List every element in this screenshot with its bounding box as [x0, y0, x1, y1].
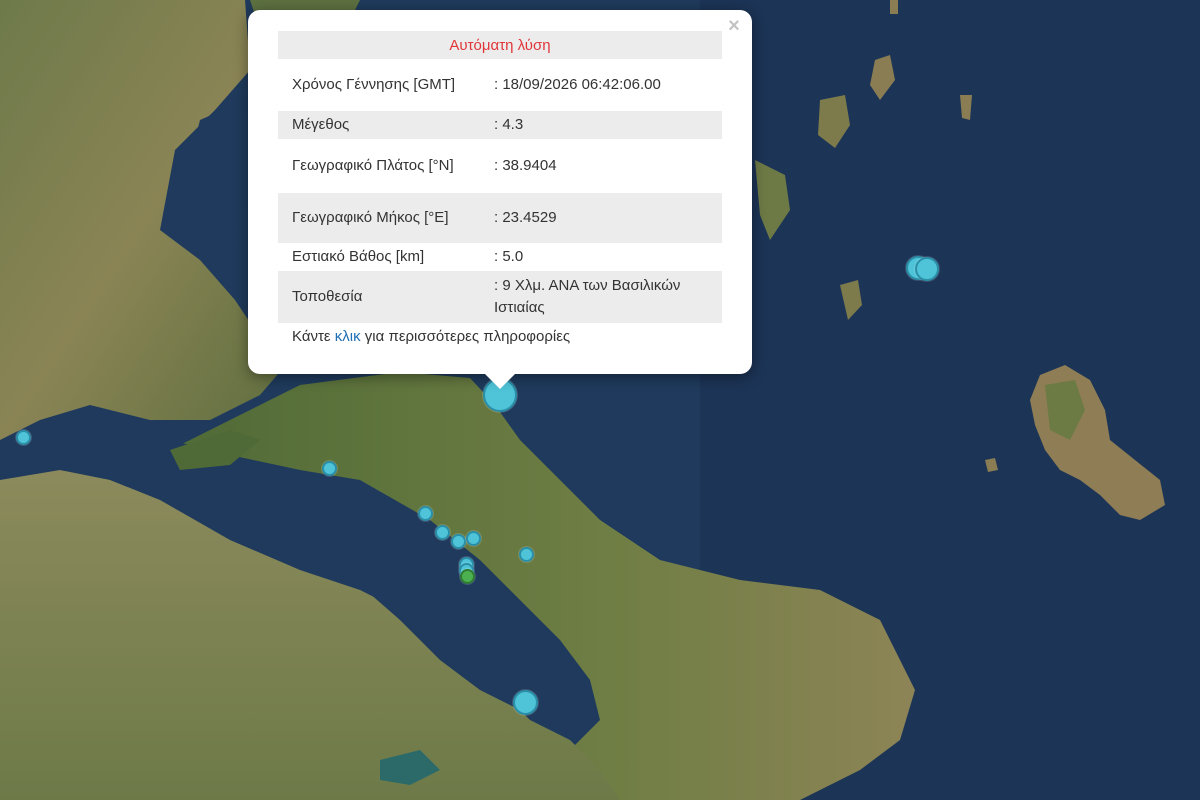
popup-tip: [483, 372, 517, 389]
earthquake-marker[interactable]: [435, 525, 450, 540]
latitude-label: Γεωγραφικό Πλάτος [°N]: [292, 157, 454, 174]
earthquake-info-popup: × Αυτόματη λύση Χρόνος Γέννησης [GMT] : …: [248, 10, 752, 374]
magnitude-label: Μέγεθος: [278, 111, 472, 139]
longitude-label: Γεωγραφικό Μήκος [°E]: [278, 193, 472, 243]
depth-label: Εστιακό Βάθος [km]: [292, 248, 425, 265]
earthquake-marker[interactable]: [513, 690, 538, 715]
footer-suffix: για περισσότερες πληροφορίες: [364, 328, 571, 345]
popup-footer: Κάντε κλικ για περισσότερες πληροφορίες: [292, 328, 570, 345]
map[interactable]: × Αυτόματη λύση Χρόνος Γέννησης [GMT] : …: [0, 0, 1200, 800]
earthquake-marker[interactable]: [418, 506, 433, 521]
origin-time-label: Χρόνος Γέννησης [GMT]: [292, 76, 456, 93]
earthquake-marker[interactable]: [915, 257, 939, 281]
latitude-value: : 38.9404: [494, 157, 557, 174]
earthquake-marker-green[interactable]: [460, 569, 475, 584]
depth-value: : 5.0: [494, 248, 524, 265]
earthquake-marker[interactable]: [451, 534, 466, 549]
earthquake-marker[interactable]: [466, 531, 481, 546]
location-value: : 9 Χλμ. ΑΝΑ των Βασιλικών Ιστιαίας: [472, 271, 722, 323]
earthquake-marker[interactable]: [16, 430, 31, 445]
more-info-link[interactable]: κλικ: [335, 328, 361, 345]
location-label: Τοποθεσία: [278, 271, 472, 323]
earthquake-marker[interactable]: [322, 461, 337, 476]
longitude-value: : 23.4529: [472, 193, 722, 243]
close-icon[interactable]: ×: [724, 16, 744, 36]
magnitude-value: : 4.3: [472, 111, 722, 139]
earthquake-marker[interactable]: [519, 547, 534, 562]
earthquake-info-table: Αυτόματη λύση Χρόνος Γέννησης [GMT] : 18…: [278, 31, 722, 323]
origin-time-value: : 18/09/2026 06:42:06.00: [494, 76, 661, 93]
popup-title: Αυτόματη λύση: [278, 31, 722, 59]
footer-prefix: Κάντε: [292, 328, 331, 345]
